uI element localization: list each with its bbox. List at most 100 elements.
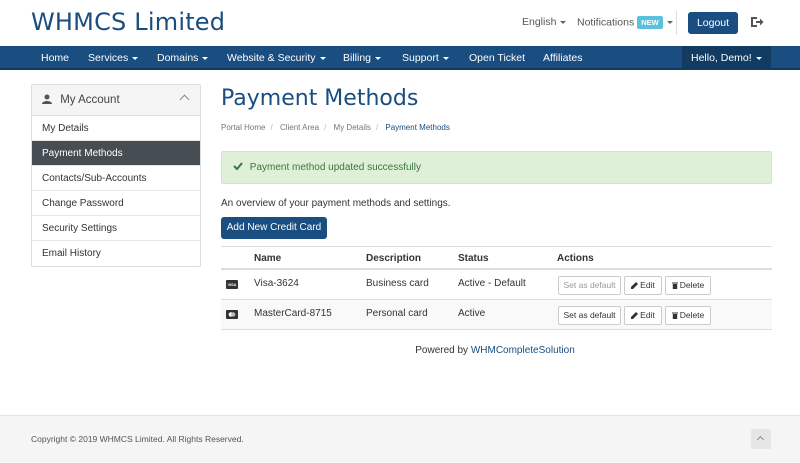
breadcrumb-separator: /: [270, 123, 273, 132]
nav-item-billing[interactable]: Billing: [343, 46, 382, 70]
nav-item-label: Billing: [343, 52, 372, 64]
back-to-top-button[interactable]: [751, 429, 771, 449]
mastercard-icon: [226, 310, 238, 319]
nav-item-website-security[interactable]: Website & Security: [227, 46, 326, 70]
delete-button[interactable]: Delete: [665, 306, 711, 325]
edit-button[interactable]: Edit: [624, 276, 662, 295]
sidebar-item-change-password[interactable]: Change Password: [32, 191, 200, 216]
edit-button[interactable]: Edit: [624, 306, 662, 325]
chevron-down-icon: [755, 56, 762, 60]
page-footer: Copyright © 2019 WHMCS Limited. All Righ…: [0, 415, 800, 463]
delete-label: Delete: [679, 280, 705, 290]
sidebar-item-security-settings[interactable]: Security Settings: [32, 216, 200, 241]
language-selector[interactable]: English: [522, 16, 567, 28]
logout-button[interactable]: Logout: [688, 12, 738, 34]
user-icon: [42, 94, 52, 104]
set-default-button[interactable]: Set as default: [558, 276, 621, 295]
nav-item-open-ticket[interactable]: Open Ticket: [469, 46, 525, 70]
notifications-label: Notifications: [577, 16, 635, 29]
table-row: VISA Visa-3624 Business card Active - De…: [221, 270, 772, 300]
column-header-description: Description: [366, 253, 422, 264]
nav-item-domains[interactable]: Domains: [157, 46, 209, 70]
nav-item-label: Affiliates: [543, 52, 583, 64]
account-sidebar: My Account My Details Payment Methods Co…: [31, 84, 201, 267]
chevron-down-icon: [442, 56, 449, 60]
edit-label: Edit: [640, 310, 655, 320]
breadcrumb-current: Payment Methods: [385, 123, 450, 132]
breadcrumb-client-area[interactable]: Client Area: [280, 123, 319, 132]
breadcrumb-separator: /: [375, 123, 379, 132]
check-icon: [233, 162, 243, 171]
breadcrumb-portal-home[interactable]: Portal Home: [221, 123, 265, 132]
delete-button[interactable]: Delete: [665, 276, 711, 295]
payment-methods-table: Name Description Status Actions VISA Vis…: [221, 246, 772, 330]
powered-by: Powered by WHMCompleteSolution: [0, 345, 800, 356]
nav-item-label: Domains: [157, 52, 199, 64]
chevron-down-icon: [560, 20, 567, 24]
success-alert: Payment method updated successfully: [221, 151, 772, 184]
alert-message: Payment method updated successfully: [249, 162, 421, 173]
breadcrumb-separator: /: [324, 123, 327, 132]
chevron-down-icon: [202, 56, 209, 60]
nav-item-services[interactable]: Services: [88, 46, 139, 70]
edit-label: Edit: [640, 280, 655, 290]
powered-link[interactable]: WHMCompleteSolution: [471, 345, 575, 356]
sidebar-header[interactable]: My Account: [32, 85, 200, 116]
sidebar-item-payment-methods[interactable]: Payment Methods: [32, 141, 200, 166]
pencil-icon: [631, 312, 639, 319]
column-header-status: Status: [458, 253, 489, 264]
sidebar-title: My Account: [60, 94, 120, 106]
nav-item-label: Home: [41, 52, 70, 64]
nav-item-label: Open Ticket: [469, 52, 526, 64]
main-navigation: Home Services Domains Website & Security…: [0, 46, 800, 70]
header-divider: [676, 11, 677, 35]
card-name: Visa-3624: [254, 278, 299, 289]
nav-item-affiliates[interactable]: Affiliates: [543, 46, 583, 70]
breadcrumb-my-details[interactable]: My Details: [334, 123, 371, 132]
svg-text:VISA: VISA: [228, 283, 237, 287]
overview-text: An overview of your payment methods and …: [221, 198, 451, 209]
chevron-down-icon: [319, 56, 326, 60]
chevron-up-icon: [756, 435, 765, 444]
card-description: Business card: [366, 278, 429, 289]
user-menu[interactable]: Hello, Demo!: [682, 46, 771, 70]
top-header: WHMCS Limited English Notifications NEW L…: [0, 0, 800, 46]
nav-item-label: Website & Security: [227, 52, 316, 64]
breadcrumb: Portal Home / Client Area / My Details / Pa…: [221, 123, 450, 132]
copyright-text: Copyright © 2019 WHMCS Limited. All Righ…: [31, 434, 244, 444]
powered-prefix: Powered by: [415, 345, 469, 356]
pencil-icon: [631, 282, 639, 289]
table-header: Name Description Status Actions: [221, 246, 772, 270]
set-default-button[interactable]: Set as default: [558, 306, 621, 325]
nav-item-home[interactable]: Home: [41, 46, 69, 70]
chevron-up-icon[interactable]: [179, 94, 190, 105]
brand-logo[interactable]: WHMCS Limited: [31, 8, 225, 36]
chevron-down-icon: [666, 21, 673, 24]
nav-item-label: Support: [402, 52, 439, 64]
notifications-badge: NEW: [637, 16, 663, 29]
card-name: MasterCard-8715: [254, 308, 332, 319]
column-header-name: Name: [254, 253, 282, 264]
column-header-actions: Actions: [557, 253, 594, 264]
table-row: MasterCard-8715 Personal card Active Set…: [221, 300, 772, 330]
nav-item-support[interactable]: Support: [402, 46, 449, 70]
sign-out-icon[interactable]: [750, 15, 764, 29]
nav-item-label: Services: [88, 52, 129, 64]
sidebar-item-contacts[interactable]: Contacts/Sub-Accounts: [32, 166, 200, 191]
language-label: English: [522, 16, 557, 28]
card-status: Active: [458, 308, 486, 319]
trash-icon: [671, 282, 678, 289]
card-status: Active - Default: [458, 278, 526, 289]
card-description: Personal card: [366, 308, 428, 319]
chevron-down-icon: [132, 56, 139, 60]
notifications-menu[interactable]: Notifications NEW: [577, 16, 673, 29]
delete-label: Delete: [679, 310, 705, 320]
add-credit-card-button[interactable]: Add New Credit Card: [221, 217, 327, 239]
sidebar-item-email-history[interactable]: Email History: [32, 241, 200, 266]
sidebar-item-my-details[interactable]: My Details: [32, 116, 200, 141]
page-title: Payment Methods: [221, 86, 419, 111]
chevron-down-icon: [375, 56, 382, 60]
visa-card-icon: VISA: [226, 280, 238, 289]
user-greeting: Hello, Demo!: [691, 52, 752, 64]
trash-icon: [671, 312, 678, 319]
